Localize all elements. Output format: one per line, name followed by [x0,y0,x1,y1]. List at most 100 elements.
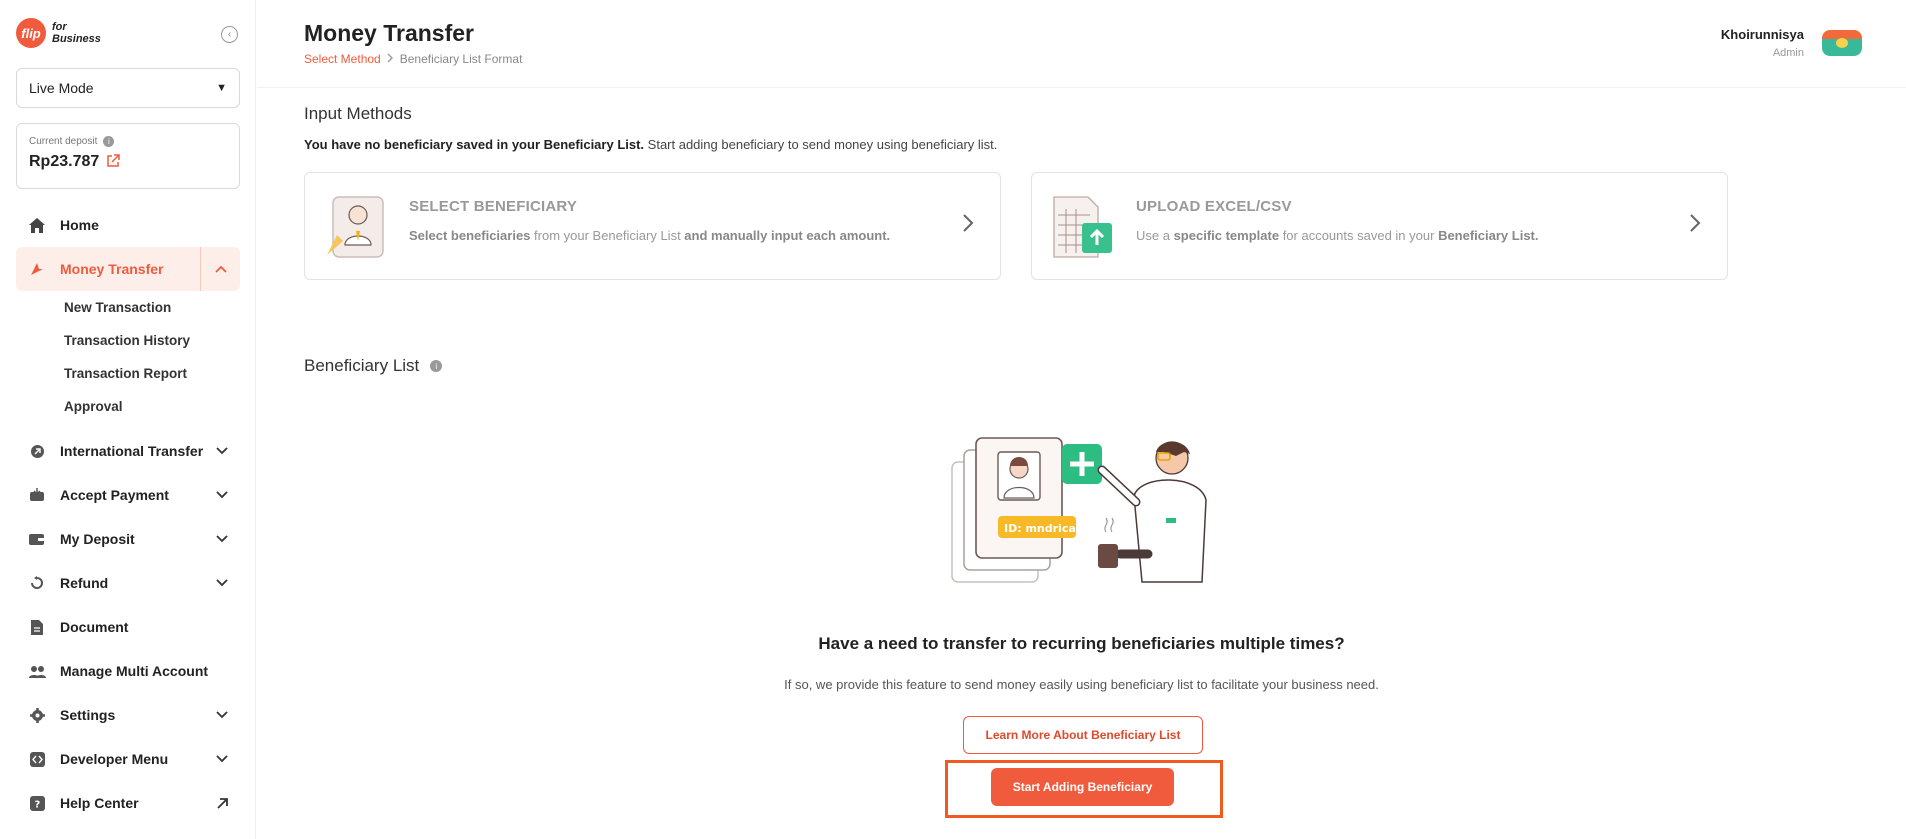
chevron-right-icon [962,213,982,237]
page-header: Money Transfer Select Method Beneficiary… [257,0,1906,88]
breadcrumb-beneficiary-list-format: Beneficiary List Format [399,52,523,66]
sidebar-subitem-transaction-history[interactable]: Transaction History [16,324,240,357]
external-link-icon[interactable] [106,153,121,171]
flip-logo[interactable]: flip for Business [16,18,101,48]
desc-text-1: for accounts saved in your [1279,228,1439,243]
no-beneficiary-info-bold: You have no beneficiary saved in your Be… [304,137,645,152]
learn-more-button[interactable]: Learn More About Beneficiary List [963,716,1203,754]
deposit-amount: Rp23.787 [29,153,100,170]
caret-down-icon: ▼ [216,82,227,94]
collapse-sidebar-icon[interactable]: ‹ [221,26,238,43]
breadcrumb: Select Method Beneficiary List Format [304,52,522,66]
sidebar-nav: Home Money Transfer New Transaction Tran… [16,203,240,825]
sidebar-item-label: Document [60,619,129,635]
payment-icon [28,486,46,504]
chevron-right-icon [1689,213,1709,237]
desc-text-1: from your Beneficiary List [530,228,685,243]
transfer-icon [28,260,46,278]
deposit-amount-row: Rp23.787 [29,153,227,171]
sidebar-item-label: My Deposit [60,531,135,547]
chevron-down-icon [214,707,230,723]
desc-bold-2: and manually input each amount. [684,228,891,243]
globe-transfer-icon [28,442,46,460]
chevron-right-icon [387,52,394,66]
mode-select-value: Live Mode [29,80,94,96]
beneficiary-list-title: Beneficiary List [304,356,420,375]
arrow-up-right-icon [214,795,230,811]
home-icon [28,216,46,234]
spreadsheet-upload-illustration [1052,193,1114,261]
sidebar-item-money-transfer[interactable]: Money Transfer [16,247,240,291]
user-name: Khoirunnisya [1720,27,1804,42]
sidebar-subitem-transaction-report[interactable]: Transaction Report [16,357,240,390]
sidebar-item-document[interactable]: Document [16,605,240,649]
illustration-id-badge-text: ID: mndrica [1004,522,1076,535]
sidebar-item-label: Manage Multi Account [60,663,209,679]
svg-text:?: ? [34,799,40,810]
sidebar-item-manage-multi-account[interactable]: Manage Multi Account [16,649,240,693]
empty-beneficiary-illustration: ID: mndrica [946,436,1212,596]
sidebar-item-label: Accept Payment [60,487,169,503]
sidebar-item-my-deposit[interactable]: My Deposit [16,517,240,561]
sidebar-item-label: Money Transfer [60,261,164,277]
chevron-up-icon[interactable] [200,247,240,291]
chevron-down-icon [214,487,230,503]
sidebar-item-label: Settings [60,707,116,723]
select-beneficiary-illustration [325,193,387,261]
sidebar-item-help-center[interactable]: ? Help Center [16,781,240,825]
sidebar-item-label: Refund [60,575,109,591]
no-beneficiary-info: You have no beneficiary saved in your Be… [304,137,997,152]
mode-select[interactable]: Live Mode ▼ [16,68,240,108]
upload-excel-csv-card[interactable]: UPLOAD EXCEL/CSV Use a specific template… [1031,172,1728,280]
document-icon [28,618,46,636]
empty-state-description: If so, we provide this feature to send m… [784,677,1379,692]
sidebar-item-accept-payment[interactable]: Accept Payment [16,473,240,517]
desc-bold-1: Select beneficiaries [409,228,531,243]
upload-excel-csv-title: UPLOAD EXCEL/CSV [1136,198,1292,215]
sidebar-item-developer-menu[interactable]: Developer Menu [16,737,240,781]
chevron-down-icon [214,531,230,547]
sidebar-subitem-new-transaction[interactable]: New Transaction [16,291,240,324]
sidebar-item-home[interactable]: Home [16,203,240,247]
upload-excel-csv-desc: Use a specific template for accounts sav… [1136,228,1539,243]
deposit-label: Current deposit [29,136,98,147]
start-adding-beneficiary-button[interactable]: Start Adding Beneficiary [991,768,1174,806]
empty-state-title: Have a need to transfer to recurring ben… [818,634,1345,653]
sidebar-subitem-approval[interactable]: Approval [16,390,240,423]
user-role: Admin [1772,47,1804,59]
refund-icon [28,574,46,592]
user-info[interactable]: Khoirunnisya Admin [1721,27,1804,59]
sidebar-item-label: Help Center [60,795,139,811]
select-beneficiary-desc: Select beneficiaries from your Beneficia… [409,228,890,243]
select-beneficiary-card[interactable]: SELECT BENEFICIARY Select beneficiaries … [304,172,1001,280]
input-methods-title: Input Methods [304,104,412,123]
flip-logo-mark: flip [16,18,46,48]
info-icon[interactable]: i [103,136,115,147]
no-beneficiary-info-rest: Start adding beneficiary to send money u… [644,137,998,152]
sidebar-item-settings[interactable]: Settings [16,693,240,737]
desc-bold-2: Beneficiary List. [1438,228,1539,243]
chevron-down-icon [214,751,230,767]
deposit-card: Current deposit i Rp23.787 [16,123,240,189]
logo-text-line2: Business [52,33,101,45]
info-icon[interactable]: i [430,360,443,372]
sidebar-item-label: Home [60,217,99,233]
sidebar: flip for Business ‹ Live Mode ▼ Current … [0,0,256,839]
chevron-down-icon [214,443,230,459]
page-title: Money Transfer [304,20,474,46]
wallet-icon [28,530,46,548]
avatar[interactable] [1822,30,1862,56]
sidebar-item-international-transfer[interactable]: International Transfer [16,429,240,473]
users-icon [28,662,46,680]
desc-bold-1: specific template [1173,228,1280,243]
sidebar-item-refund[interactable]: Refund [16,561,240,605]
gear-icon [28,706,46,724]
sidebar-item-label: Developer Menu [60,751,169,767]
beneficiary-list-header: Beneficiary List i [304,356,443,376]
deposit-label-row: Current deposit i [29,136,227,147]
breadcrumb-select-method[interactable]: Select Method [304,52,381,66]
chevron-down-icon [214,575,230,591]
code-icon [28,750,46,768]
select-beneficiary-title: SELECT BENEFICIARY [409,198,578,215]
desc-text-0: Use a [1136,228,1174,243]
